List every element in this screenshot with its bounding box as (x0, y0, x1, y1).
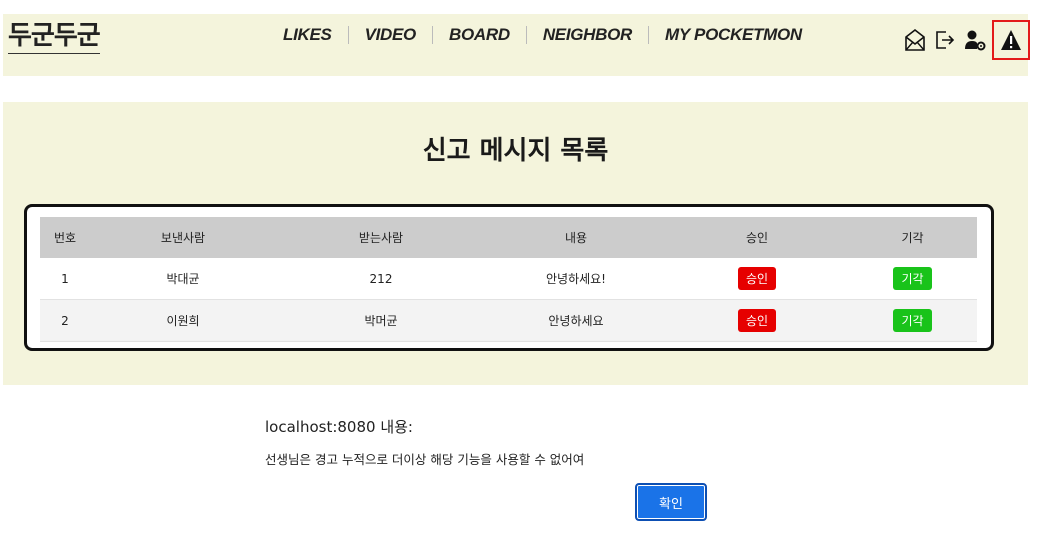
nav-my-pocketmon[interactable]: MY POCKETMON (665, 25, 802, 45)
row-no: 2 (40, 299, 90, 342)
row-reject-cell: 기각 (848, 299, 977, 342)
row-reject-cell: 기각 (848, 258, 977, 300)
report-table: 번호 보낸사람 받는사람 내용 승인 기각 1 박대균 212 안녕하세요! 승… (40, 217, 977, 342)
row-content: 안녕하세요 (486, 299, 666, 342)
dialog-title: localhost:8080 내용: (265, 418, 413, 436)
reject-button[interactable]: 기각 (893, 309, 932, 332)
row-approve-cell: 승인 (666, 258, 848, 300)
warning-icon[interactable] (992, 20, 1030, 60)
ok-button[interactable]: 확인 (635, 483, 707, 521)
col-header-approve: 승인 (666, 217, 848, 258)
nav-neighbor[interactable]: NEIGHBOR (543, 25, 633, 45)
row-receiver: 212 (276, 258, 486, 300)
row-content: 안녕하세요! (486, 258, 666, 300)
nav-divider (525, 26, 527, 44)
col-header-content: 내용 (486, 217, 666, 258)
dialog-message: 선생님은 경고 누적으로 더이상 해당 기능을 사용할 수 없어여 (265, 452, 585, 467)
report-panel: 신고 메시지 목록 번호 보낸사람 받는사람 내용 승인 기각 1 박대균 21… (3, 102, 1028, 385)
top-header: 두군두군 LIKES VIDEO BOARD NEIGHBOR MY POCKE… (3, 14, 1030, 76)
table-header-row: 번호 보낸사람 받는사람 내용 승인 기각 (40, 217, 977, 258)
col-header-receiver: 받는사람 (276, 217, 486, 258)
table-row: 2 이원희 박머균 안녕하세요 승인 기각 (40, 299, 977, 342)
main-nav: LIKES VIDEO BOARD NEIGHBOR MY POCKETMON (283, 24, 802, 46)
col-header-sender: 보낸사람 (90, 217, 276, 258)
nav-video[interactable]: VIDEO (365, 25, 417, 45)
page-title: 신고 메시지 목록 (422, 136, 609, 166)
nav-divider (648, 26, 650, 44)
reject-button[interactable]: 기각 (893, 267, 932, 290)
row-sender: 이원희 (90, 299, 276, 342)
col-header-no: 번호 (40, 217, 90, 258)
site-logo[interactable]: 두군두군 (8, 19, 101, 54)
header-icons (896, 20, 1030, 60)
nav-likes[interactable]: LIKES (283, 25, 332, 45)
table-row: 1 박대균 212 안녕하세요! 승인 기각 (40, 258, 977, 300)
logout-icon[interactable] (934, 27, 956, 53)
mail-icon[interactable] (904, 27, 926, 53)
row-no: 1 (40, 258, 90, 300)
approve-button[interactable]: 승인 (737, 309, 777, 332)
row-receiver: 박머균 (276, 299, 486, 342)
nav-divider (431, 26, 433, 44)
nav-divider (347, 26, 349, 44)
user-settings-icon[interactable] (964, 27, 986, 53)
row-approve-cell: 승인 (666, 299, 848, 342)
col-header-reject: 기각 (848, 217, 977, 258)
approve-button[interactable]: 승인 (737, 267, 777, 290)
report-table-container: 번호 보낸사람 받는사람 내용 승인 기각 1 박대균 212 안녕하세요! 승… (24, 204, 994, 351)
row-sender: 박대균 (90, 258, 276, 300)
nav-board[interactable]: BOARD (449, 25, 510, 45)
